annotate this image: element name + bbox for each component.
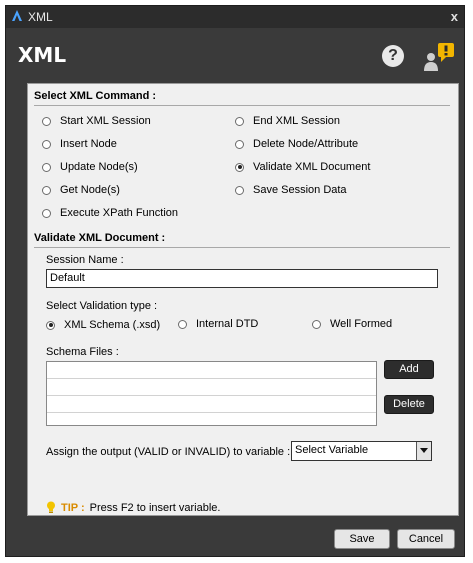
cancel-button[interactable]: Cancel (397, 529, 455, 549)
output-variable-select[interactable]: Select Variable (291, 441, 432, 461)
radio-delete-node-attribute[interactable]: Delete Node/Attribute (235, 138, 358, 150)
dialog-header: XML ? (6, 28, 464, 83)
radio-xml-schema[interactable]: XML Schema (.xsd) (46, 319, 160, 331)
radio-label: Validate XML Document (253, 161, 371, 173)
radio-button-selected[interactable] (235, 162, 244, 172)
radio-label: Well Formed (330, 318, 393, 330)
validate-section-title: Validate XML Document : (34, 232, 166, 244)
list-item[interactable] (47, 379, 376, 396)
radio-well-formed[interactable]: Well Formed (312, 318, 392, 330)
close-icon[interactable]: x (451, 9, 458, 24)
radio-label: Start XML Session (60, 115, 151, 127)
title-bar: XML x (6, 6, 464, 28)
xml-dialog: XML x XML ? Select XML Command : Start X… (5, 5, 465, 557)
tip-label: TIP : (61, 501, 85, 514)
radio-label: Insert Node (60, 138, 117, 150)
session-name-label: Session Name : (46, 254, 124, 266)
section-divider (34, 105, 450, 106)
radio-button[interactable] (235, 116, 244, 126)
add-button[interactable]: Add (384, 360, 434, 379)
save-button[interactable]: Save (334, 529, 390, 549)
question-mark-icon[interactable]: ? (382, 45, 404, 67)
radio-label: Execute XPath Function (60, 207, 179, 219)
radio-button[interactable] (235, 139, 244, 149)
session-name-input[interactable]: Default (46, 269, 438, 288)
radio-update-nodes[interactable]: Update Node(s) (42, 161, 138, 173)
radio-end-xml-session[interactable]: End XML Session (235, 115, 340, 127)
radio-label: Internal DTD (196, 318, 259, 330)
radio-button[interactable] (42, 162, 51, 172)
radio-save-session-data[interactable]: Save Session Data (235, 184, 347, 196)
chevron-down-icon[interactable] (416, 442, 431, 460)
page-title: XML (18, 43, 67, 67)
tip-text: Press F2 to insert variable. (89, 501, 221, 514)
radio-validate-xml-document[interactable]: Validate XML Document (235, 161, 370, 173)
radio-get-nodes[interactable]: Get Node(s) (42, 184, 120, 196)
window-title: XML (28, 10, 53, 24)
list-item[interactable] (47, 362, 376, 379)
radio-start-xml-session[interactable]: Start XML Session (42, 115, 151, 127)
radio-label: Update Node(s) (60, 161, 138, 173)
tip-hint: TIP : Press F2 to insert variable. (46, 501, 220, 514)
schema-files-list[interactable] (46, 361, 377, 426)
select-value: Select Variable (295, 444, 369, 456)
radio-label: Get Node(s) (60, 184, 120, 196)
section-divider (34, 247, 450, 248)
radio-internal-dtd[interactable]: Internal DTD (178, 318, 258, 330)
list-item[interactable] (47, 396, 376, 413)
output-variable-label: Assign the output (VALID or INVALID) to … (46, 446, 291, 458)
radio-execute-xpath-function[interactable]: Execute XPath Function (42, 207, 178, 219)
radio-button-selected[interactable] (46, 320, 55, 330)
radio-button[interactable] (42, 116, 51, 126)
radio-insert-node[interactable]: Insert Node (42, 138, 117, 150)
radio-label: Delete Node/Attribute (253, 138, 359, 150)
radio-button[interactable] (312, 319, 321, 329)
radio-label: Save Session Data (253, 184, 347, 196)
radio-label: XML Schema (.xsd) (64, 319, 161, 331)
radio-button[interactable] (178, 319, 187, 329)
schema-files-label: Schema Files : (46, 346, 119, 358)
app-logo-icon (12, 10, 22, 21)
radio-button[interactable] (42, 139, 51, 149)
command-section-title: Select XML Command : (34, 90, 157, 102)
radio-button[interactable] (42, 208, 51, 218)
user-alert-icon[interactable] (422, 41, 456, 71)
validation-type-label: Select Validation type : (46, 300, 158, 312)
settings-panel: Select XML Command : Start XML Session I… (27, 83, 459, 516)
radio-label: End XML Session (253, 115, 341, 127)
lightbulb-icon (47, 501, 55, 513)
delete-button[interactable]: Delete (384, 395, 434, 414)
radio-button[interactable] (235, 185, 244, 195)
radio-button[interactable] (42, 185, 51, 195)
